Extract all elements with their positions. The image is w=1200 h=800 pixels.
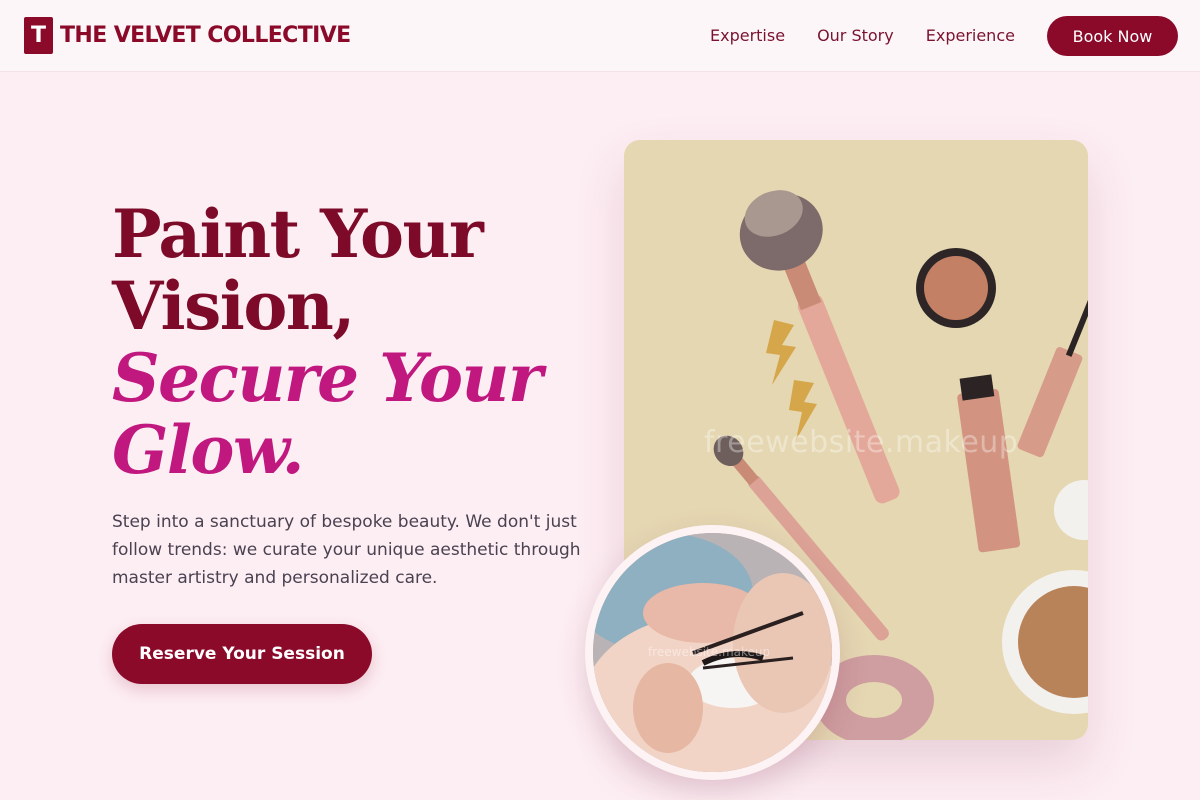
headline-line-4: Glow. [112,411,305,489]
headline-line-2: Vision, [112,267,355,345]
hero-description: Step into a sanctuary of bespoke beauty.… [112,512,581,588]
book-now-button[interactable]: Book Now [1046,16,1178,56]
brand-name: THE VELVET COLLECTIVE [60,23,351,48]
nav-link-experience[interactable]: Experience [926,16,1015,56]
brand-logo[interactable]: T THE VELVET COLLECTIVE [24,17,351,54]
nav-link-expertise[interactable]: Expertise [710,16,785,56]
headline-line-3: Secure Your [112,339,543,417]
site-header: T THE VELVET COLLECTIVE Expertise Our St… [0,0,1200,72]
logo-icon: T [24,17,53,54]
headline-line-1: Paint Your [112,195,484,273]
hero-headline: Paint Your Vision, Secure Your Glow. [112,195,543,489]
nav-link-our-story[interactable]: Our Story [817,16,894,56]
lash-photo-inner: freewebsite.makeup [593,533,832,772]
reserve-session-button[interactable]: Reserve Your Session [112,624,372,684]
lash-application-photo: freewebsite.makeup [585,525,840,780]
lash-photo-watermark: freewebsite.makeup [648,645,771,659]
product-image-watermark: freewebsite.makeup [704,425,1019,460]
main-nav: Expertise Our Story Experience Book Now [710,16,1178,56]
